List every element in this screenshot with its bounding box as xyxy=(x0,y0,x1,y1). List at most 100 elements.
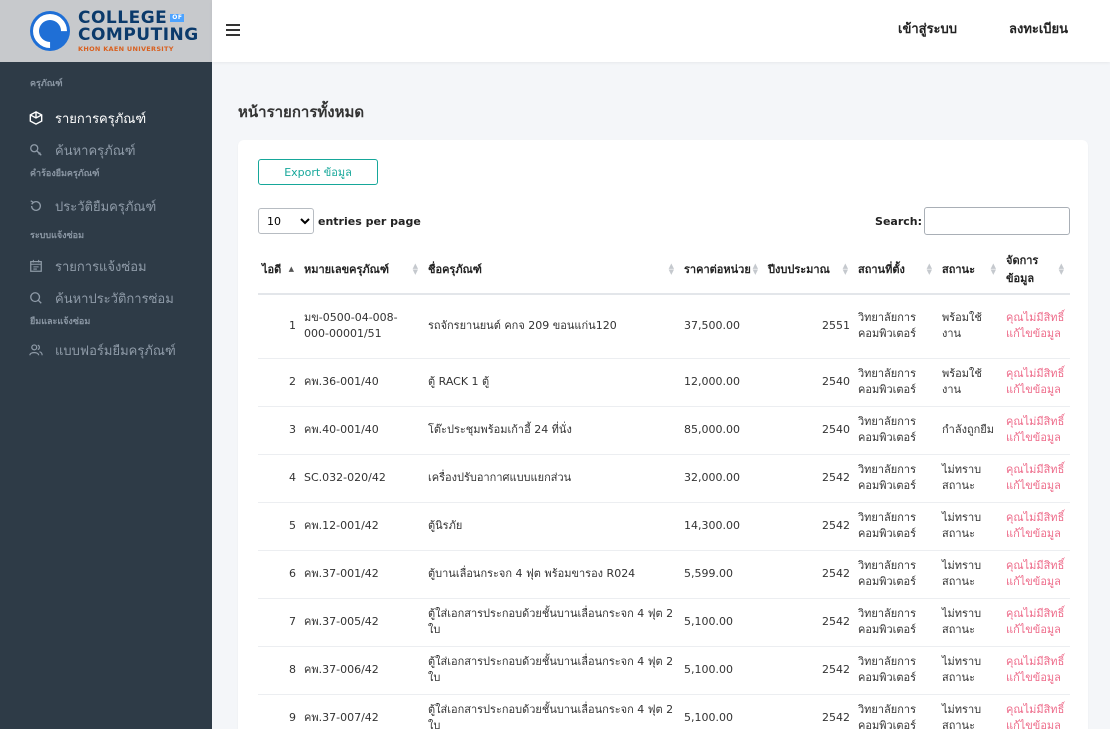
table-body: 1 มข-0500-04-008-000-00001/51 รถจักรยานยนต… xyxy=(258,294,1070,729)
sidebar-item-label: ประวัติยืมครุภัณฑ์ xyxy=(55,199,157,215)
sidebar-item-label: ค้นหาประวัติการซ่อม xyxy=(55,291,174,307)
college-logo[interactable]: COLLEGE OF COMPUTING KHON KAEN UNIVERSITY xyxy=(0,0,212,62)
sidebar: COLLEGE OF COMPUTING KHON KAEN UNIVERSITY… xyxy=(0,0,212,729)
cell-location: วิทยาลัยการคอมพิวเตอร์ xyxy=(854,502,938,551)
sort-icon: ▲ ▼ xyxy=(842,261,848,276)
register-link[interactable]: ลงทะเบียน xyxy=(1009,18,1068,39)
cell-equipment-number: คพ.40-001/40 xyxy=(300,406,424,455)
cell-status: ไม่ทราบสถานะ xyxy=(938,550,1002,599)
sidebar-item-repair-list[interactable]: รายการแจ้งซ่อม xyxy=(0,250,212,282)
search-box: Search: xyxy=(875,207,1070,235)
table-row: 8 คพ.37-006/42 ตู้ใส่เอกสารประกอบด้วยชั้นบ… xyxy=(258,646,1070,695)
logo-mark-icon xyxy=(30,11,70,51)
page-title: หน้ารายการทั้งหมด xyxy=(238,103,365,121)
search-input[interactable] xyxy=(924,207,1070,235)
cell-equipment-number: คพ.37-005/42 xyxy=(300,598,424,647)
cell-fiscal-year: 2542 xyxy=(764,550,854,599)
cell-equipment-number: มข-0500-04-008-000-00001/51 xyxy=(300,294,424,359)
cell-location: วิทยาลัยการคอมพิวเตอร์ xyxy=(854,646,938,695)
cell-status: ไม่ทราบสถานะ xyxy=(938,502,1002,551)
hamburger-menu-icon[interactable] xyxy=(226,24,240,36)
column-header-fiscal-year[interactable]: ปีงบประมาณ ▲ ▼ xyxy=(764,244,854,295)
cell-equipment-name: ตู้นิรภัย xyxy=(424,502,680,551)
cell-id: 7 xyxy=(258,598,300,647)
column-header-unit-price[interactable]: ราคาต่อหน่วย ▲ ▼ xyxy=(680,244,764,295)
top-bar: เข้าสู่ระบบ ลงทะเบียน xyxy=(212,0,1110,62)
sidebar-item-label: ค้นหาครุภัณฑ์ xyxy=(55,143,136,159)
login-link[interactable]: เข้าสู่ระบบ xyxy=(898,18,957,39)
search-icon xyxy=(28,290,44,306)
cell-status: พร้อมใช้งาน xyxy=(938,294,1002,359)
column-header-equipment-number[interactable]: หมายเลขครุภัณฑ์ ▲ ▼ xyxy=(300,244,424,295)
sidebar-item-borrow-history[interactable]: ประวัติยืมครุภัณฑ์ xyxy=(0,190,212,222)
sidebar-item-repair-history-search[interactable]: ค้นหาประวัติการซ่อม xyxy=(0,282,212,314)
cell-equipment-name: ตู้ RACK 1 ตู้ xyxy=(424,358,680,407)
sort-icon: ▲ ▼ xyxy=(1058,261,1064,276)
sidebar-item-label: รายการครุภัณฑ์ xyxy=(55,111,147,127)
cell-location: วิทยาลัยการคอมพิวเตอร์ xyxy=(854,358,938,407)
cell-unit-price: 12,000.00 xyxy=(680,358,764,407)
cell-fiscal-year: 2542 xyxy=(764,694,854,729)
cell-equipment-name: โต๊ะประชุมพร้อมเก้าอี้ 24 ที่นั่ง xyxy=(424,406,680,455)
table-row: 7 คพ.37-005/42 ตู้ใส่เอกสารประกอบด้วยชั้นบ… xyxy=(258,598,1070,647)
cell-manage[interactable]: คุณไม่มีสิทธิ์แก้ไขข้อมูล xyxy=(1002,694,1070,729)
equipment-table: ไอดี ▲ หมายเลขครุภัณฑ์ ▲ ▼ ชื่อครุภัณฑ์ ▲ ▼ ร… xyxy=(258,244,1070,729)
cell-location: วิทยาลัยการคอมพิวเตอร์ xyxy=(854,294,938,359)
cell-equipment-name: ตู้ใส่เอกสารประกอบด้วยชั้นบานเลื่อนกระจก… xyxy=(424,694,680,729)
sort-asc-icon: ▲ xyxy=(288,264,294,273)
cell-location: วิทยาลัยการคอมพิวเตอร์ xyxy=(854,454,938,503)
cell-status: ไม่ทราบสถานะ xyxy=(938,646,1002,695)
column-header-status[interactable]: สถานะ ▲ ▼ xyxy=(938,244,1002,295)
calendar-icon xyxy=(28,258,44,274)
table-row: 4 SC.032-020/42 เครื่องปรับอากาศแบบแยกส่วน… xyxy=(258,454,1070,503)
cell-manage[interactable]: คุณไม่มีสิทธิ์แก้ไขข้อมูล xyxy=(1002,406,1070,455)
cell-manage[interactable]: คุณไม่มีสิทธิ์แก้ไขข้อมูล xyxy=(1002,502,1070,551)
sort-icon: ▲ ▼ xyxy=(668,261,674,276)
column-header-location[interactable]: สถานที่ตั้ง ▲ ▼ xyxy=(854,244,938,295)
cell-manage[interactable]: คุณไม่มีสิทธิ์แก้ไขข้อมูล xyxy=(1002,454,1070,503)
cell-manage[interactable]: คุณไม่มีสิทธิ์แก้ไขข้อมูล xyxy=(1002,294,1070,359)
cell-equipment-number: คพ.12-001/42 xyxy=(300,502,424,551)
cell-id: 9 xyxy=(258,694,300,729)
cell-manage[interactable]: คุณไม่มีสิทธิ์แก้ไขข้อมูล xyxy=(1002,646,1070,695)
sidebar-item-equipment-search[interactable]: ค้นหาครุภัณฑ์ xyxy=(0,134,212,166)
sort-icon: ▲ ▼ xyxy=(926,261,932,276)
cell-status: ไม่ทราบสถานะ xyxy=(938,454,1002,503)
cell-id: 6 xyxy=(258,550,300,599)
cell-manage[interactable]: คุณไม่มีสิทธิ์แก้ไขข้อมูล xyxy=(1002,358,1070,407)
sidebar-item-borrow-form[interactable]: แบบฟอร์มยืมครุภัณฑ์ xyxy=(0,334,212,366)
cell-id: 2 xyxy=(258,358,300,407)
cell-fiscal-year: 2542 xyxy=(764,454,854,503)
cell-unit-price: 5,100.00 xyxy=(680,646,764,695)
cell-status: ไม่ทราบสถานะ xyxy=(938,598,1002,647)
sort-icon: ▲ ▼ xyxy=(990,261,996,276)
table-row: 9 คพ.37-007/42 ตู้ใส่เอกสารประกอบด้วยชั้นบ… xyxy=(258,694,1070,729)
export-button[interactable]: Export ข้อมูล xyxy=(258,159,378,185)
cell-fiscal-year: 2542 xyxy=(764,502,854,551)
cell-manage[interactable]: คุณไม่มีสิทธิ์แก้ไขข้อมูล xyxy=(1002,550,1070,599)
cell-location: วิทยาลัยการคอมพิวเตอร์ xyxy=(854,406,938,455)
cell-id: 8 xyxy=(258,646,300,695)
column-header-equipment-name[interactable]: ชื่อครุภัณฑ์ ▲ ▼ xyxy=(424,244,680,295)
table-row: 5 คพ.12-001/42 ตู้นิรภัย 14,300.00 2542 วิทยา… xyxy=(258,502,1070,551)
column-header-id[interactable]: ไอดี ▲ xyxy=(258,244,300,295)
cell-unit-price: 32,000.00 xyxy=(680,454,764,503)
sidebar-item-label: แบบฟอร์มยืมครุภัณฑ์ xyxy=(55,343,176,359)
cell-status: กำลังถูกยืม xyxy=(938,406,1002,455)
cell-id: 3 xyxy=(258,406,300,455)
search-icon xyxy=(28,142,44,158)
cell-manage[interactable]: คุณไม่มีสิทธิ์แก้ไขข้อมูล xyxy=(1002,598,1070,647)
cell-unit-price: 37,500.00 xyxy=(680,294,764,359)
sidebar-item-label: รายการแจ้งซ่อม xyxy=(55,259,147,275)
sidebar-section-borrow-requests: คำร้องยืมครุภัณฑ์ xyxy=(30,169,100,179)
cell-unit-price: 5,100.00 xyxy=(680,694,764,729)
search-label: Search: xyxy=(875,214,922,228)
entries-select[interactable]: 10 xyxy=(258,208,314,234)
cell-fiscal-year: 2542 xyxy=(764,646,854,695)
column-header-manage[interactable]: จัดการข้อมูล ▲ ▼ xyxy=(1002,244,1070,295)
cell-equipment-name: เครื่องปรับอากาศแบบแยกส่วน xyxy=(424,454,680,503)
sidebar-item-equipment-list[interactable]: รายการครุภัณฑ์ xyxy=(0,102,212,134)
cell-fiscal-year: 2540 xyxy=(764,358,854,407)
cell-id: 4 xyxy=(258,454,300,503)
cell-equipment-name: ตู้ใส่เอกสารประกอบด้วยชั้นบานเลื่อนกระจก… xyxy=(424,598,680,647)
